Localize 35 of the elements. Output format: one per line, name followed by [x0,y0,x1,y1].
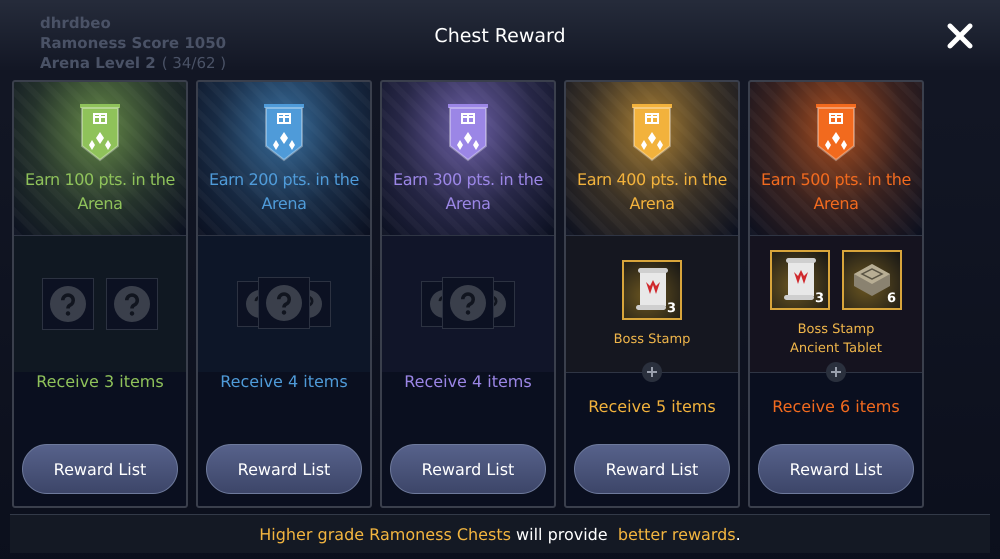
reward-item[interactable]: 3 [770,250,830,310]
goal-text: Earn 100 pts. in the Arena [24,169,176,215]
goal-text: Earn 200 pts. in the Arena [208,169,360,215]
gift-banner-icon [446,104,490,162]
gift-banner-icon [630,104,674,162]
score-text: Ramoness Score 1050 [40,34,226,52]
arena-progress-text: ( 34/62 ) [162,54,226,72]
footer-message: Higher grade Ramoness Chests will provide better rewards. [259,524,741,544]
goal-text: Earn 400 pts. in the Arena [576,169,728,215]
reward-item[interactable]: 3 [622,260,682,320]
gift-banner-icon [78,104,122,162]
receive-count-text: Receive 4 items [404,372,532,391]
dialog-title: Chest Reward [434,25,566,47]
item-count: 6 [886,291,896,306]
reward-name: Boss Stamp [614,330,690,348]
goal-text: Earn 500 pts. in the Arena [760,169,912,215]
receive-count-text: Receive 4 items [220,372,348,391]
item-count: 3 [814,291,824,306]
reward-name: Ancient Tablet [790,340,882,358]
reward-name: Boss Stamp [798,321,874,339]
reward-list-button[interactable]: Reward List [22,444,178,494]
reward-list-button[interactable]: Reward List [206,444,362,494]
arena-level-text: Arena Level 2 [40,54,156,72]
reward-list-button[interactable]: Reward List [574,444,730,494]
reward-list-button[interactable]: Reward List [758,444,914,494]
receive-count-text: Receive 3 items [36,372,164,391]
item-count: 3 [666,300,676,316]
reward-list-button[interactable]: Reward List [390,444,546,494]
gift-banner-icon [262,104,306,162]
close-button[interactable] [946,22,974,50]
receive-count-text: Receive 5 items [588,397,716,416]
reward-item[interactable]: 6 [842,250,902,310]
receive-count-text: Receive 6 items [772,397,900,416]
goal-text: Earn 300 pts. in the Arena [392,169,544,215]
gift-banner-icon [814,104,858,162]
